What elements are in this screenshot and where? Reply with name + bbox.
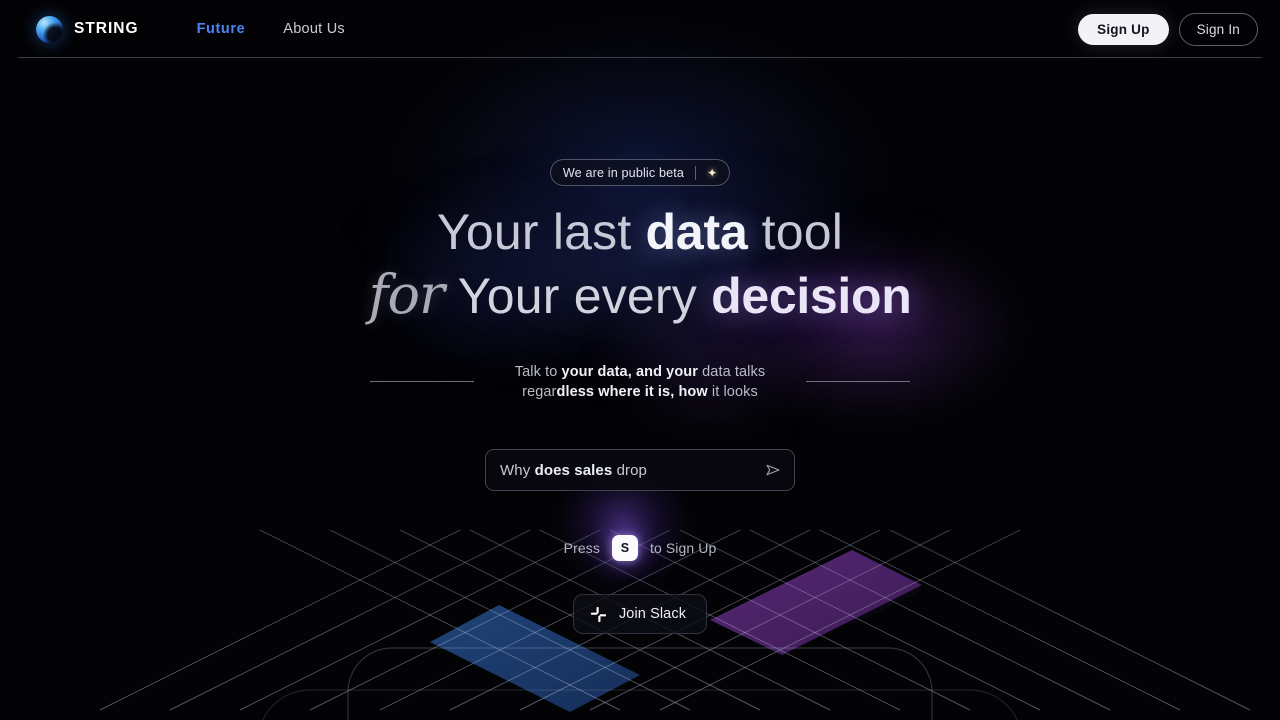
sign-up-button[interactable]: Sign Up xyxy=(1078,13,1169,45)
press-hint-suffix: to Sign Up xyxy=(649,540,717,556)
subtitle-part-5: regar xyxy=(522,384,557,400)
headline-emphasis-decision: decision xyxy=(711,268,912,324)
slack-icon xyxy=(590,606,607,622)
nav-item-future[interactable]: Future xyxy=(195,17,248,41)
headline-script-for: for xyxy=(368,263,444,326)
auth-actions: Sign Up Sign In xyxy=(1078,12,1258,46)
subtitle-part-1: Talk to xyxy=(514,364,562,380)
join-slack-label: Join Slack xyxy=(618,606,687,622)
hero-subtitle-row: Talk to your data, and your data talks r… xyxy=(0,362,1280,402)
subtitle-part-6: dless where it is, how xyxy=(556,384,708,400)
subtitle-part-3: data xyxy=(697,364,735,380)
subtitle-part-7: it looks xyxy=(707,384,758,400)
hero-headline: Your last data tool for Your every decisi… xyxy=(368,202,911,327)
query-input[interactable]: Why does sales drop xyxy=(485,449,795,491)
public-beta-badge-label: We are in public beta xyxy=(562,165,685,180)
main-nav: Future About Us xyxy=(195,17,347,41)
query-text-bold: does sales xyxy=(534,461,613,479)
headline-line-1: Your last data tool xyxy=(368,202,911,262)
headline-line2-prefix: Your every xyxy=(457,268,712,324)
hero-subtitle: Talk to your data, and your data talks r… xyxy=(490,362,790,402)
subtitle-rule-right xyxy=(806,381,910,382)
nav-item-about-us[interactable]: About Us xyxy=(281,17,347,41)
brand-name: STRING xyxy=(74,20,139,37)
hero-section: We are in public beta ✦ Your last data t… xyxy=(0,58,1280,720)
query-input-value: Why does sales drop xyxy=(500,462,765,479)
top-navigation-bar: STRING Future About Us Sign Up Sign In xyxy=(0,0,1280,58)
subtitle-part-4: talks xyxy=(734,364,766,380)
keycap-s-button[interactable]: S xyxy=(611,535,638,561)
subtitle-rule-left xyxy=(370,381,474,382)
send-arrow-icon[interactable] xyxy=(765,462,781,478)
press-hint-prefix: Press xyxy=(563,540,600,556)
headline-line-2: for Your every decision xyxy=(368,264,911,327)
brand-logo[interactable]: STRING xyxy=(36,15,139,43)
query-text-light-2: drop xyxy=(612,461,647,479)
droplet-sphere-logo-icon xyxy=(36,15,63,43)
public-beta-badge[interactable]: We are in public beta ✦ xyxy=(549,159,731,186)
headline-line1-prefix: Your last xyxy=(436,204,646,260)
headline-line1-suffix: tool xyxy=(747,204,844,260)
press-key-hint: Press S to Sign Up xyxy=(564,535,717,561)
subtitle-part-2: your data, and your xyxy=(561,364,698,380)
query-text-light-1: Why xyxy=(500,461,535,479)
join-slack-button[interactable]: Join Slack xyxy=(572,594,708,634)
headline-emphasis-data: data xyxy=(645,204,748,260)
badge-divider xyxy=(695,165,697,180)
sparkle-icon: ✦ xyxy=(707,165,718,180)
sign-in-button[interactable]: Sign In xyxy=(1178,12,1258,46)
